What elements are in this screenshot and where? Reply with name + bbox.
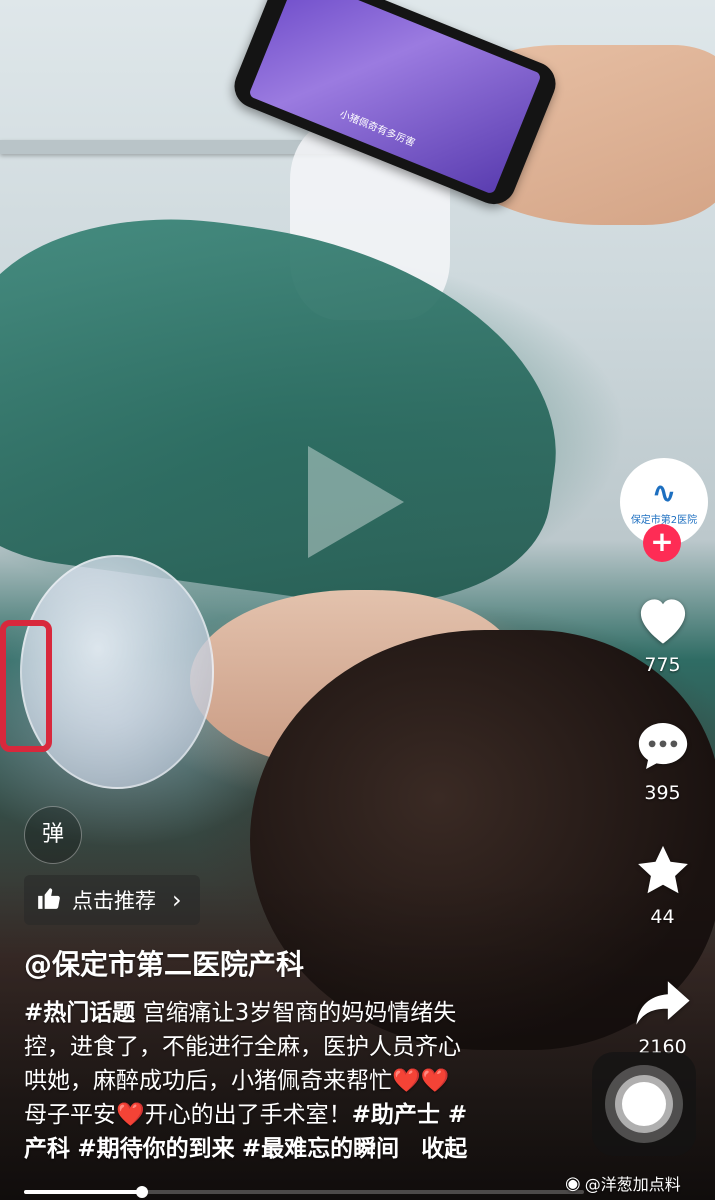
hashtag-link[interactable]: #最难忘的瞬间 xyxy=(242,1136,399,1162)
desc-line-1: #热门话题 宫缩痛让3岁智商的妈妈情绪失 xyxy=(24,996,559,1030)
desc-line-3: 哄她，麻醉成功后，小猪佩奇来帮忙❤️❤️ xyxy=(24,1064,559,1098)
thumbs-up-icon xyxy=(36,885,62,916)
chevron-right-icon: › xyxy=(172,886,182,914)
recommend-label: 点击推荐 xyxy=(72,889,156,913)
watermark-text: @洋葱加点料 xyxy=(584,1175,681,1194)
hashtag-link[interactable]: 产科 xyxy=(24,1136,70,1162)
hospital-logo-icon: ∿ xyxy=(651,475,677,511)
star-icon[interactable] xyxy=(615,842,710,902)
heart-icon[interactable] xyxy=(615,592,710,650)
like-action[interactable]: 775 xyxy=(615,592,710,676)
danmu-toggle-button[interactable]: 弹 xyxy=(24,806,82,864)
post-description: #热门话题 宫缩痛让3岁智商的妈妈情绪失 控，进食了，不能进行全麻，医护人员齐心… xyxy=(24,996,559,1166)
desc-text: 宫缩痛让3岁智商的妈妈情绪失 xyxy=(135,1000,457,1026)
author-name-link[interactable]: @保定市第二医院产科 xyxy=(24,943,304,983)
hashtag-link[interactable]: #热门话题 xyxy=(24,1000,135,1026)
desc-text: 母子平安 xyxy=(24,1102,116,1128)
collapse-button[interactable]: 收起 xyxy=(421,1136,467,1162)
like-count: 775 xyxy=(644,654,681,676)
hashtag-link[interactable]: # xyxy=(440,1102,467,1128)
desc-line-4: 母子平安❤️开心的出了手术室！#助产士 # xyxy=(24,1098,559,1132)
recommend-button[interactable]: 点击推荐 › xyxy=(24,875,200,925)
comment-action[interactable]: 395 xyxy=(615,718,710,804)
assistive-touch-button[interactable] xyxy=(592,1052,696,1156)
weibo-icon: ◉ xyxy=(565,1172,581,1194)
hashtag-link[interactable]: #助产士 xyxy=(352,1102,440,1128)
weibo-watermark: ◉ @洋葱加点料 xyxy=(565,1171,681,1195)
desc-line-5: 产科 #期待你的到来 #最难忘的瞬间 收起 xyxy=(24,1132,559,1166)
play-icon[interactable] xyxy=(308,446,404,558)
comment-count: 395 xyxy=(644,782,681,804)
mask-strap xyxy=(0,620,52,752)
heart-emoji: ❤️ xyxy=(392,1068,421,1094)
follow-button[interactable]: + xyxy=(643,524,681,562)
progress-knob[interactable] xyxy=(135,1186,148,1198)
favorite-count: 44 xyxy=(650,906,675,928)
share-action[interactable]: 2160 xyxy=(615,978,710,1058)
desc-line-2: 控，进食了，不能进行全麻，医护人员齐心 xyxy=(24,1034,461,1060)
video-progress-bar[interactable] xyxy=(24,1186,584,1198)
hashtag-link[interactable]: #期待你的到来 xyxy=(77,1136,234,1162)
share-icon[interactable] xyxy=(615,978,710,1032)
desc-text: 开心的出了手术室！ xyxy=(144,1102,352,1128)
heart-emoji: ❤️ xyxy=(116,1102,145,1128)
desc-text: 哄她，麻醉成功后，小猪佩奇来帮忙 xyxy=(24,1068,392,1094)
comment-icon[interactable] xyxy=(615,718,710,778)
favorite-action[interactable]: 44 xyxy=(615,842,710,928)
heart-emoji: ❤️ xyxy=(420,1068,450,1094)
progress-fill xyxy=(24,1190,142,1194)
